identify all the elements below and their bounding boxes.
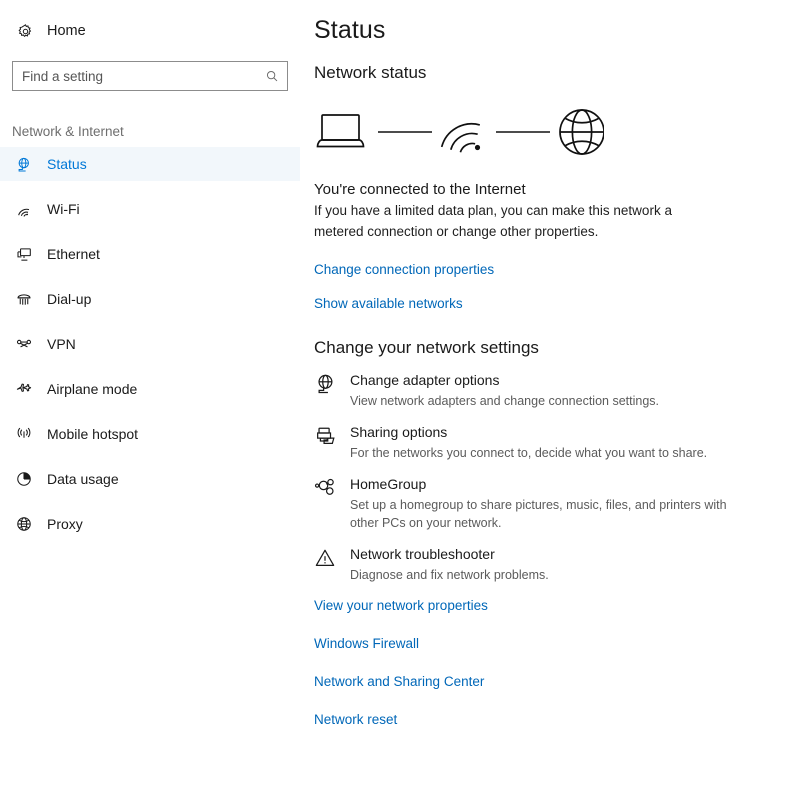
- sidebar-item-label: Wi-Fi: [47, 201, 80, 217]
- hotspot-icon: [12, 425, 36, 443]
- sidebar-item-status[interactable]: Status: [0, 147, 300, 181]
- option-description: Set up a homegroup to share pictures, mu…: [350, 498, 727, 531]
- sidebar-item-label: Ethernet: [47, 246, 100, 262]
- sidebar-item-proxy[interactable]: Proxy: [0, 507, 300, 541]
- settings-window: Home Network & Internet: [0, 0, 787, 788]
- sidebar: Home Network & Internet: [0, 0, 300, 788]
- option-description: For the networks you connect to, decide …: [350, 445, 708, 460]
- sidebar-item-mobile-hotspot[interactable]: Mobile hotspot: [0, 417, 300, 451]
- view-network-properties-link[interactable]: View your network properties: [314, 598, 488, 613]
- sidebar-item-vpn[interactable]: VPN: [0, 327, 300, 361]
- sidebar-item-label: Proxy: [47, 516, 83, 532]
- option-title: Network troubleshooter: [350, 546, 495, 563]
- option-text: Change adapter options View network adap…: [350, 372, 787, 410]
- network-connection-diagram: [314, 105, 787, 163]
- vpn-icon: [12, 335, 36, 353]
- search-icon[interactable]: [264, 68, 280, 84]
- option-title: Change adapter options: [350, 371, 500, 388]
- home-label: Home: [47, 23, 86, 39]
- wifi-icon: [12, 200, 36, 218]
- laptop-icon: [316, 114, 365, 148]
- show-available-networks-link[interactable]: Show available networks: [314, 296, 463, 311]
- sidebar-item-label: Airplane mode: [47, 381, 138, 397]
- bottom-links: View your network properties Windows Fir…: [314, 598, 787, 727]
- connection-state: You're connected to the Internet: [314, 181, 526, 198]
- network-sharing-center-link[interactable]: Network and Sharing Center: [314, 674, 484, 689]
- sidebar-item-home[interactable]: Home: [0, 14, 300, 48]
- main-content: Status Network status You're connected t…: [300, 0, 787, 788]
- network-reset-link[interactable]: Network reset: [314, 712, 397, 727]
- globe-icon: [12, 515, 36, 533]
- sidebar-section-title: Network & Internet: [12, 124, 124, 139]
- network-status-heading: Network status: [314, 63, 427, 82]
- sharing-icon: [314, 424, 350, 447]
- option-title: HomeGroup: [350, 476, 427, 493]
- sidebar-item-ethernet[interactable]: Ethernet: [0, 237, 300, 271]
- sidebar-item-label: VPN: [47, 336, 76, 352]
- network-settings-options: Change adapter options View network adap…: [314, 372, 787, 585]
- option-sharing-options[interactable]: Sharing options For the networks you con…: [314, 424, 787, 462]
- option-change-adapter-options[interactable]: Change adapter options View network adap…: [314, 372, 787, 410]
- search-input[interactable]: [13, 62, 287, 90]
- option-network-troubleshooter[interactable]: Network troubleshooter Diagnose and fix …: [314, 546, 787, 584]
- option-title: Sharing options: [350, 423, 448, 440]
- sidebar-item-label: Status: [47, 156, 87, 172]
- option-homegroup[interactable]: HomeGroup Set up a homegroup to share pi…: [314, 476, 787, 532]
- change-connection-properties-link[interactable]: Change connection properties: [314, 262, 494, 277]
- sidebar-nav: Status Wi-Fi Ethernet Dial-up VPN Airpla…: [0, 147, 300, 541]
- warning-triangle-icon: [314, 546, 350, 569]
- option-description: Diagnose and fix network problems.: [350, 568, 549, 583]
- page-title: Status: [314, 16, 386, 44]
- sidebar-item-label: Dial-up: [47, 291, 92, 307]
- change-network-settings-heading: Change your network settings: [314, 337, 539, 357]
- search-container: [0, 61, 300, 91]
- option-text: Network troubleshooter Diagnose and fix …: [350, 546, 787, 584]
- sidebar-item-label: Mobile hotspot: [47, 426, 139, 442]
- sidebar-item-dialup[interactable]: Dial-up: [0, 282, 300, 316]
- sidebar-item-data-usage[interactable]: Data usage: [0, 462, 300, 496]
- airplane-icon: [12, 380, 36, 398]
- wifi-signal-icon: [440, 122, 481, 153]
- homegroup-icon: [314, 476, 350, 499]
- search-box[interactable]: [12, 61, 288, 91]
- dialup-icon: [12, 290, 36, 308]
- globe-icon: [559, 109, 604, 155]
- gear-icon: [12, 23, 38, 40]
- adapter-globe-icon: [314, 372, 350, 395]
- data-usage-icon: [12, 470, 36, 488]
- option-text: Sharing options For the networks you con…: [350, 424, 787, 462]
- ethernet-icon: [12, 245, 36, 263]
- option-text: HomeGroup Set up a homegroup to share pi…: [350, 476, 787, 532]
- sidebar-item-label: Data usage: [47, 471, 119, 487]
- sidebar-item-wifi[interactable]: Wi-Fi: [0, 192, 300, 226]
- sidebar-item-airplane-mode[interactable]: Airplane mode: [0, 372, 300, 406]
- option-description: View network adapters and change connect…: [350, 393, 659, 408]
- connection-description: If you have a limited data plan, you can…: [314, 203, 672, 239]
- globe-monitor-icon: [12, 156, 36, 173]
- windows-firewall-link[interactable]: Windows Firewall: [314, 636, 419, 651]
